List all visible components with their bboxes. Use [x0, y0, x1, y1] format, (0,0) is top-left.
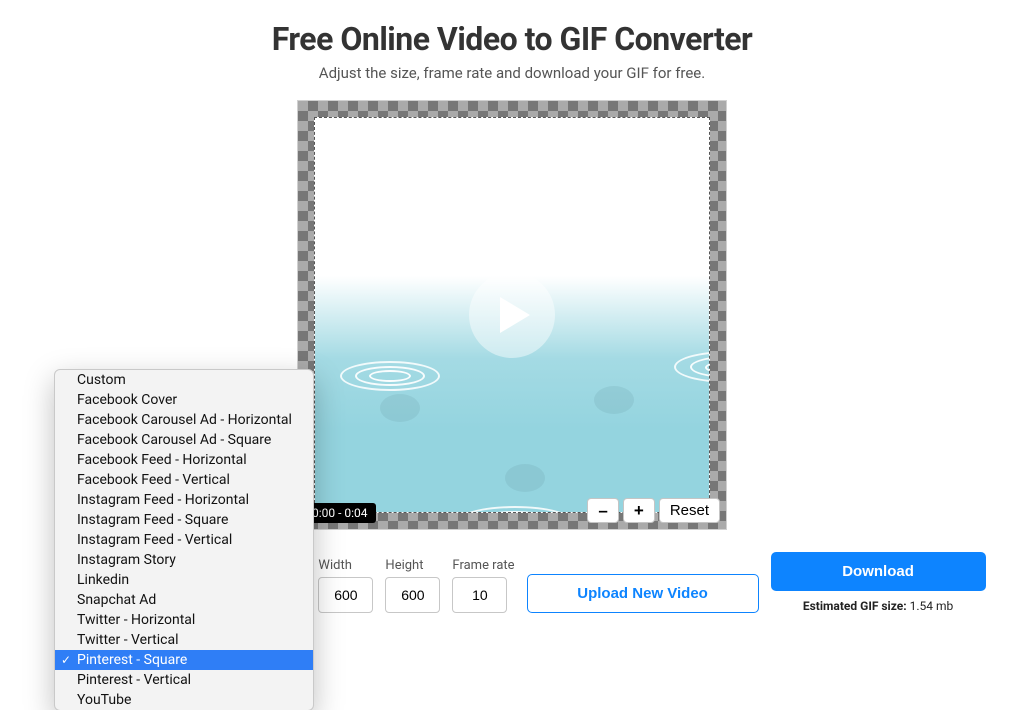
preset-option[interactable]: Facebook Cover: [55, 390, 313, 410]
preset-option[interactable]: Instagram Story: [55, 550, 313, 570]
upload-new-video-button[interactable]: Upload New Video: [527, 574, 759, 613]
checkmark-icon: ✓: [61, 651, 71, 669]
preset-option[interactable]: Snapchat Ad: [55, 590, 313, 610]
preset-option[interactable]: YouTube: [55, 690, 313, 710]
height-input[interactable]: [385, 577, 440, 613]
preset-option-label: YouTube: [77, 692, 131, 708]
preset-option-label: Pinterest - Vertical: [77, 672, 191, 688]
crop-area[interactable]: [314, 117, 710, 513]
preset-option[interactable]: Instagram Feed - Square: [55, 510, 313, 530]
time-range: 0:00 - 0:04: [304, 503, 376, 523]
preset-option[interactable]: Instagram Feed - Horizontal: [55, 490, 313, 510]
preset-option[interactable]: Pinterest - Vertical: [55, 670, 313, 690]
preset-option[interactable]: Facebook Feed - Horizontal: [55, 450, 313, 470]
preset-option[interactable]: Custom: [55, 370, 313, 390]
preset-option[interactable]: Twitter - Vertical: [55, 630, 313, 650]
preset-option[interactable]: Instagram Feed - Vertical: [55, 530, 313, 550]
preset-option[interactable]: ✓ Pinterest - Square: [55, 650, 313, 670]
estimated-size-label: Estimated GIF size:: [803, 599, 907, 613]
framerate-input[interactable]: [452, 577, 507, 613]
preset-option[interactable]: Twitter - Horizontal: [55, 610, 313, 630]
preset-option-label: Instagram Feed - Horizontal: [77, 492, 249, 508]
preset-option-label: Facebook Feed - Vertical: [77, 472, 230, 488]
preset-option-label: Twitter - Vertical: [77, 632, 179, 648]
framerate-label: Frame rate: [452, 558, 514, 573]
zoom-out-button[interactable]: –: [587, 498, 618, 523]
preset-option[interactable]: Facebook Feed - Vertical: [55, 470, 313, 490]
preset-option-label: Facebook Carousel Ad - Square: [77, 432, 271, 448]
preview-canvas[interactable]: 0:00 - 0:04 – + Reset: [297, 100, 727, 530]
preset-option-label: Snapchat Ad: [77, 592, 156, 608]
estimated-size: Estimated GIF size: 1.54 mb: [771, 599, 986, 613]
preset-option-label: Facebook Cover: [77, 392, 177, 408]
page-title: Free Online Video to GIF Converter: [0, 20, 1024, 58]
preset-option-label: Instagram Feed - Vertical: [77, 532, 232, 548]
preset-option-label: Twitter - Horizontal: [77, 612, 195, 628]
preset-option-label: Facebook Feed - Horizontal: [77, 452, 247, 468]
preset-option-label: Instagram Story: [77, 552, 176, 568]
preset-option-label: Instagram Feed - Square: [77, 512, 228, 528]
preset-option[interactable]: Facebook Carousel Ad - Horizontal: [55, 410, 313, 430]
height-label: Height: [385, 558, 440, 573]
zoom-reset-button[interactable]: Reset: [659, 498, 720, 523]
download-button[interactable]: Download: [771, 552, 986, 591]
width-label: Width: [318, 558, 373, 573]
preset-option[interactable]: Facebook Carousel Ad - Square: [55, 430, 313, 450]
preset-option-label: Custom: [77, 372, 126, 388]
page-subtitle: Adjust the size, frame rate and download…: [0, 64, 1024, 82]
zoom-in-button[interactable]: +: [623, 498, 655, 523]
preset-option-label: Linkedin: [77, 572, 129, 588]
preset-option-label: Pinterest - Square: [77, 652, 187, 668]
preset-dropdown[interactable]: Custom Facebook Cover Facebook Carousel Ad…: [54, 369, 314, 710]
preset-option[interactable]: Linkedin: [55, 570, 313, 590]
play-button[interactable]: [469, 272, 555, 358]
width-input[interactable]: [318, 577, 373, 613]
estimated-size-value: 1.54 mb: [910, 599, 954, 613]
preset-option-label: Facebook Carousel Ad - Horizontal: [77, 412, 292, 428]
